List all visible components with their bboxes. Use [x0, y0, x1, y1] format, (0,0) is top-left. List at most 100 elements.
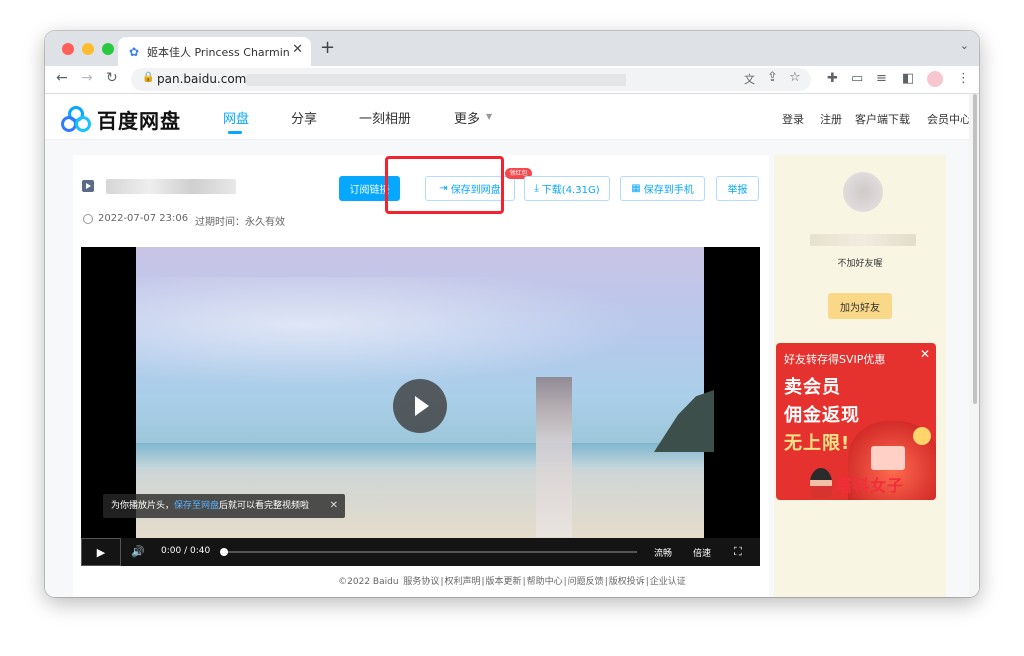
- play-icon[interactable]: [393, 379, 447, 433]
- coin-illustration: [913, 427, 931, 445]
- login-link[interactable]: 登录: [782, 111, 804, 127]
- play-button[interactable]: ▶: [81, 538, 121, 566]
- file-name-redacted: [106, 179, 236, 194]
- play-small-icon: ▶: [96, 545, 106, 559]
- progress-track[interactable]: [223, 551, 637, 553]
- address-bar[interactable]: 🔒 pan.baidu.com/s/ 文 ⇪ ☆: [131, 68, 811, 91]
- minimize-window-button[interactable]: [82, 43, 94, 55]
- close-icon[interactable]: ✕: [330, 494, 338, 518]
- player-controls: ▶ 🔊 0:00 / 0:40 流畅 倍速 ⛶: [81, 538, 760, 566]
- profile-avatar[interactable]: [927, 71, 943, 87]
- url-redacted: [246, 74, 626, 86]
- browser-toolbar: ← → ↻ 🔒 pan.baidu.com/s/ 文 ⇪ ☆ ✚ ▭ ≡ ◧ ⋮: [45, 66, 979, 94]
- quality-button[interactable]: 流畅: [654, 546, 672, 559]
- star-icon[interactable]: ☆: [789, 70, 801, 85]
- download-icon: ⤓: [534, 183, 539, 194]
- tab-close-icon[interactable]: ✕: [292, 42, 303, 57]
- footer-copyright: ©2022 Baidu: [338, 577, 399, 587]
- nav-netdisk[interactable]: 网盘: [223, 108, 249, 127]
- qr-code-icon: ▦: [631, 183, 641, 194]
- extensions-icon[interactable]: ✚: [827, 71, 838, 86]
- ad-line-3: 无上限!: [784, 433, 851, 454]
- report-button[interactable]: 举报: [716, 176, 759, 201]
- person-redacted: [536, 377, 572, 537]
- watermark-text: 塔科女子: [836, 476, 905, 495]
- nav-share[interactable]: 分享: [291, 108, 317, 127]
- lock-icon[interactable]: 🔒: [142, 72, 154, 83]
- back-icon[interactable]: ←: [56, 70, 68, 86]
- speed-button[interactable]: 倍速: [693, 546, 711, 559]
- add-friend-label: 加为好友: [840, 302, 880, 314]
- time-display: 0:00 / 0:40: [161, 546, 211, 556]
- baidu-favicon-icon: ✿: [129, 45, 140, 59]
- footer-link[interactable]: 企业认证: [650, 577, 686, 587]
- ad-line-1: 卖会员: [784, 377, 841, 398]
- footer-link[interactable]: 版本更新: [486, 577, 522, 587]
- tab-strip: ✿ 姬本佳人 Princess Charming.S0 ✕ + ⌄: [45, 31, 979, 66]
- footer-link[interactable]: 权利声明: [444, 577, 480, 587]
- card-illustration: [871, 446, 905, 470]
- menu-icon[interactable]: ⋮: [957, 71, 970, 86]
- chevron-down-icon[interactable]: ▼: [486, 112, 492, 121]
- ad-headline: 好友转存得SVIP优惠: [784, 353, 886, 366]
- report-label: 举报: [727, 185, 748, 196]
- new-tab-button[interactable]: +: [320, 37, 335, 58]
- forward-icon[interactable]: →: [81, 70, 93, 86]
- share-icon[interactable]: ⇪: [767, 70, 778, 85]
- browser-window: ✿ 姬本佳人 Princess Charming.S0 ✕ + ⌄ ← → ↻ …: [45, 31, 979, 597]
- sharer-name-redacted: [810, 234, 916, 246]
- cast-icon[interactable]: ▭: [851, 71, 863, 86]
- register-link[interactable]: 注册: [820, 111, 842, 127]
- save-to-phone-button[interactable]: ▦ 保存到手机: [620, 176, 705, 201]
- watermark: 塔科女子: [810, 468, 940, 500]
- tab-title: 姬本佳人 Princess Charming.S0: [147, 46, 290, 59]
- reload-icon[interactable]: ↻: [106, 70, 118, 86]
- footer-link[interactable]: 版权投诉: [609, 577, 645, 587]
- cliff: [654, 390, 714, 452]
- maximize-window-button[interactable]: [102, 43, 114, 55]
- nav-more[interactable]: 更多: [454, 108, 480, 127]
- chevron-down-icon[interactable]: ⌄: [960, 39, 969, 52]
- expire-time: 过期时间：永久有效: [195, 217, 285, 228]
- baidu-netdisk-logo-icon[interactable]: [61, 106, 91, 132]
- client-download-link[interactable]: 客户端下载: [855, 111, 910, 127]
- logo-text[interactable]: 百度网盘: [97, 105, 181, 134]
- nav-album[interactable]: 一刻相册: [359, 108, 411, 127]
- share-card: 订阅链接 ⇥ 保存到网盘 领红包 ⤓ 下载(4.31G) ▦ 保存到手机 举报 …: [73, 155, 769, 597]
- progress-knob[interactable]: [220, 548, 228, 556]
- share-date: 2022-07-07 23:06: [98, 213, 189, 224]
- sidepanel-icon[interactable]: ◧: [902, 71, 914, 86]
- footer-link[interactable]: 服务协议: [403, 577, 439, 587]
- highlight-annotation: [385, 156, 504, 214]
- ad-line-2: 佣金返现: [784, 405, 860, 426]
- watermark-figure-icon: [810, 468, 832, 498]
- clock-icon: [83, 214, 93, 224]
- fullscreen-icon[interactable]: ⛶: [734, 545, 742, 559]
- volume-icon[interactable]: 🔊: [131, 545, 145, 558]
- footer-link[interactable]: 问题反馈: [568, 577, 604, 587]
- tip-text-after: 后就可以看完整视频啦: [219, 501, 310, 511]
- download-label: 下载(4.31G): [541, 185, 600, 196]
- close-icon[interactable]: ✕: [920, 347, 930, 361]
- vip-center-link[interactable]: 会员中心: [927, 111, 971, 127]
- tip-text-before: 为你播放片头，: [111, 501, 175, 511]
- preview-tip: 为你播放片头，保存至网盘后就可以看完整视频啦 ✕: [103, 494, 345, 518]
- webpage: 百度网盘 网盘 分享 一刻相册 更多 ▼ 登录 注册 客户端下载 会员中心 订阅…: [45, 94, 979, 597]
- site-header: 百度网盘 网盘 分享 一刻相册 更多 ▼ 登录 注册 客户端下载 会员中心: [45, 94, 979, 140]
- video-player[interactable]: 为你播放片头，保存至网盘后就可以看完整视频啦 ✕ ▶ 🔊 0:00 / 0:40…: [81, 247, 760, 566]
- scrollbar-thumb[interactable]: [973, 94, 977, 404]
- sharer-sidebar: 不加好友喔 加为好友 好友转存得SVIP优惠 ✕ 卖会员 佣金返现 无上限!: [774, 155, 946, 597]
- sea-horizon: [136, 443, 704, 469]
- not-friend-text: 不加好友喔: [837, 259, 883, 269]
- add-friend-button[interactable]: 加为好友: [828, 293, 892, 319]
- browser-tab[interactable]: ✿ 姬本佳人 Princess Charming.S0 ✕: [118, 37, 311, 66]
- tip-save-link[interactable]: 保存至网盘: [174, 501, 219, 511]
- footer-link[interactable]: 帮助中心: [527, 577, 563, 587]
- download-button[interactable]: ⤓ 下载(4.31G): [524, 176, 610, 201]
- nav-active-indicator: [228, 131, 242, 134]
- close-window-button[interactable]: [62, 43, 74, 55]
- reading-list-icon[interactable]: ≡: [876, 71, 887, 86]
- avatar[interactable]: [843, 172, 883, 212]
- save-to-phone-label: 保存到手机: [643, 185, 694, 196]
- translate-icon[interactable]: 文: [744, 71, 755, 87]
